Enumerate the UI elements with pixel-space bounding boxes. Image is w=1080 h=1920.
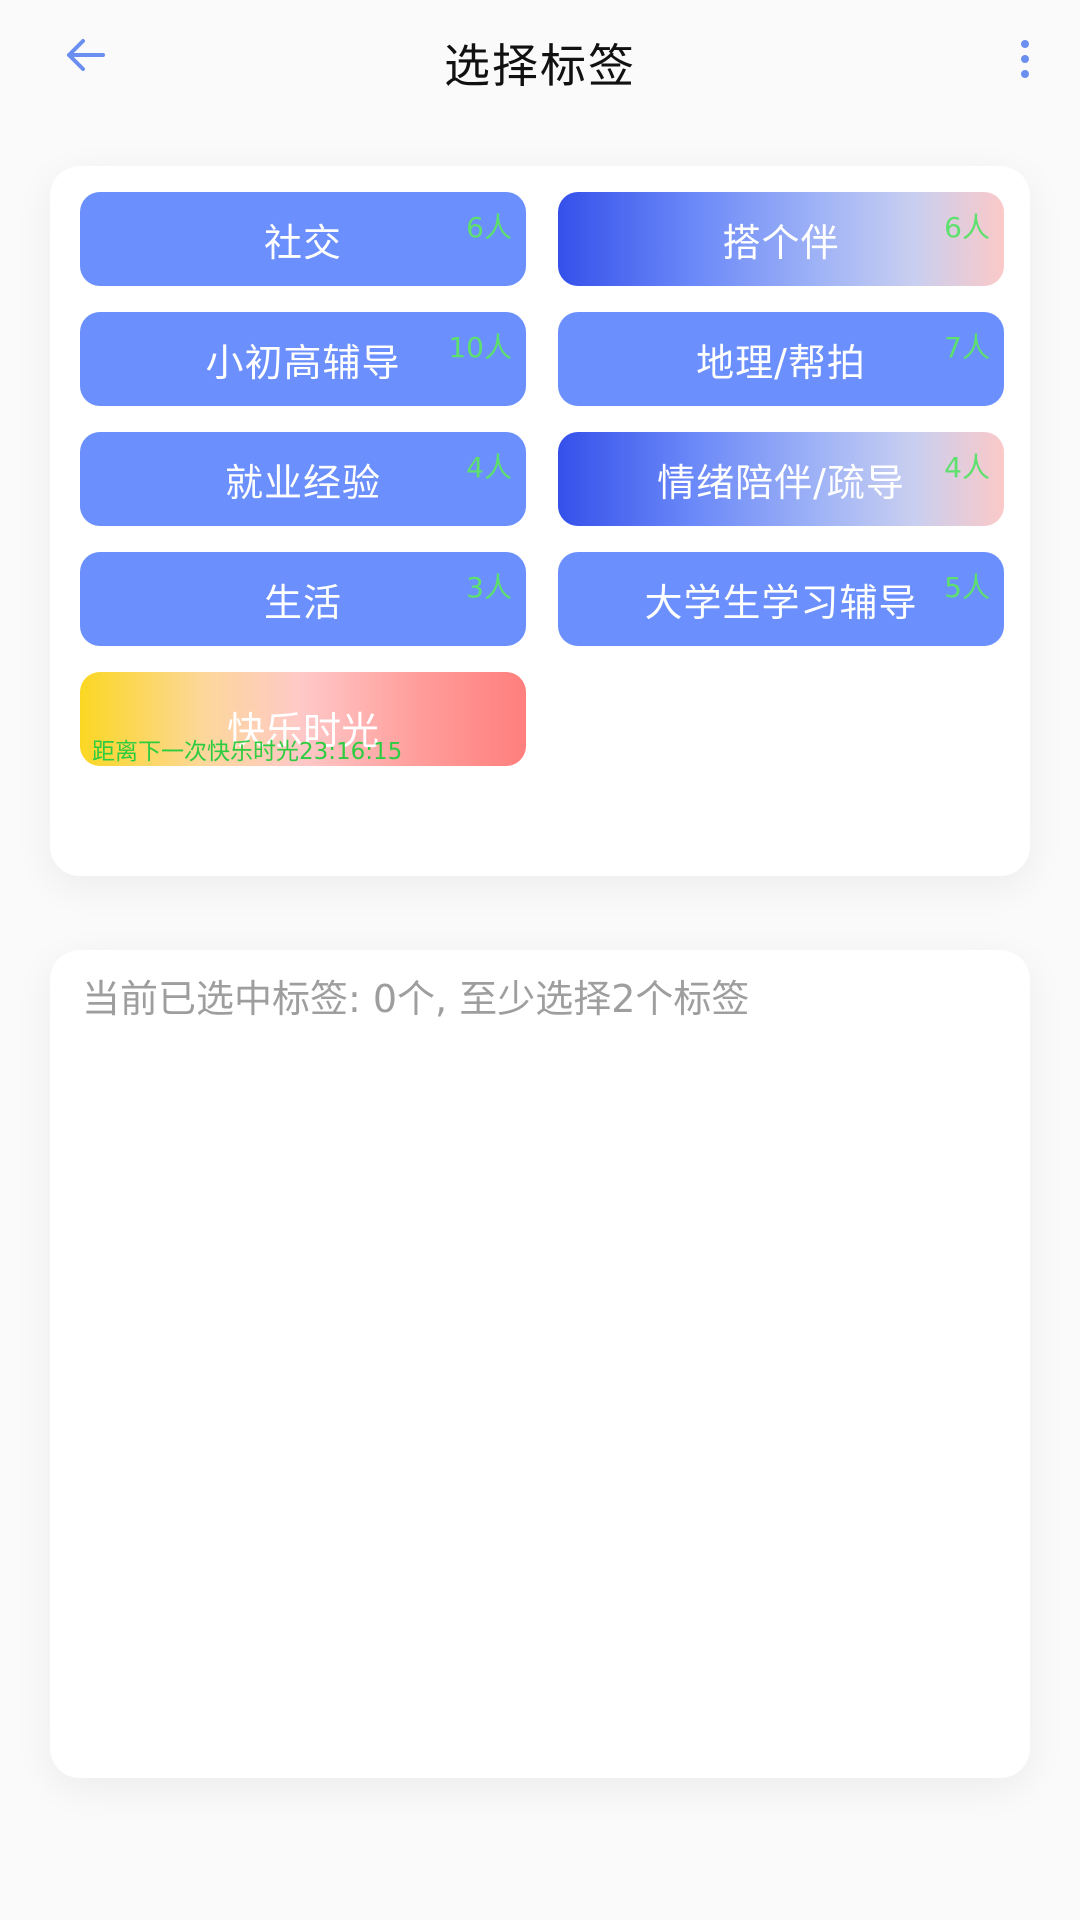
- countdown-timer: 距离下一次快乐时光23:16:15: [92, 739, 403, 765]
- tag-count: 4人: [466, 451, 512, 484]
- tag-label: 社交: [263, 220, 342, 265]
- tag-label: 就业经验: [224, 460, 381, 505]
- more-vertical-icon: [1021, 40, 1029, 48]
- tag-count: 6人: [944, 211, 990, 244]
- tag-emotional-support[interactable]: 情绪陪伴/疏导 4人: [558, 432, 1004, 526]
- tag-count: 7人: [944, 331, 990, 364]
- more-vertical-icon-dot: [1021, 70, 1029, 78]
- selected-count-hint: 当前已选中标签: 0个, 至少选择2个标签: [82, 977, 750, 1021]
- tag-count: 6人: [466, 211, 512, 244]
- tag-life[interactable]: 生活 3人: [80, 552, 526, 646]
- tag-label: 大学生学习辅导: [644, 580, 918, 625]
- tag-count: 10人: [448, 331, 512, 364]
- tag-social[interactable]: 社交 6人: [80, 192, 526, 286]
- tag-count: 3人: [466, 571, 512, 604]
- tag-college-study[interactable]: 大学生学习辅导 5人: [558, 552, 1004, 646]
- top-bar: 选择标签: [0, 0, 1080, 120]
- tags-panel: 社交 6人 搭个伴 6人 小初高辅导 10人 地理/帮拍 7人 就业经验 4人 …: [50, 166, 1030, 876]
- tag-partner[interactable]: 搭个伴 6人: [558, 192, 1004, 286]
- tag-label: 搭个伴: [722, 220, 840, 265]
- more-button[interactable]: [1010, 36, 1040, 82]
- tag-label: 生活: [263, 580, 342, 625]
- tag-count: 5人: [944, 571, 990, 604]
- tag-happy-time[interactable]: 快乐时光 距离下一次快乐时光23:16:15: [80, 672, 526, 766]
- tag-career[interactable]: 就业经验 4人: [80, 432, 526, 526]
- tag-tutoring[interactable]: 小初高辅导 10人: [80, 312, 526, 406]
- tag-count: 4人: [944, 451, 990, 484]
- tag-label: 情绪陪伴/疏导: [657, 460, 905, 505]
- more-vertical-icon-dot: [1021, 55, 1029, 63]
- page-title: 选择标签: [444, 39, 636, 93]
- selected-tags-panel: 当前已选中标签: 0个, 至少选择2个标签: [50, 950, 1030, 1778]
- tag-geo-photo[interactable]: 地理/帮拍 7人: [558, 312, 1004, 406]
- tag-label: 地理/帮拍: [696, 340, 866, 385]
